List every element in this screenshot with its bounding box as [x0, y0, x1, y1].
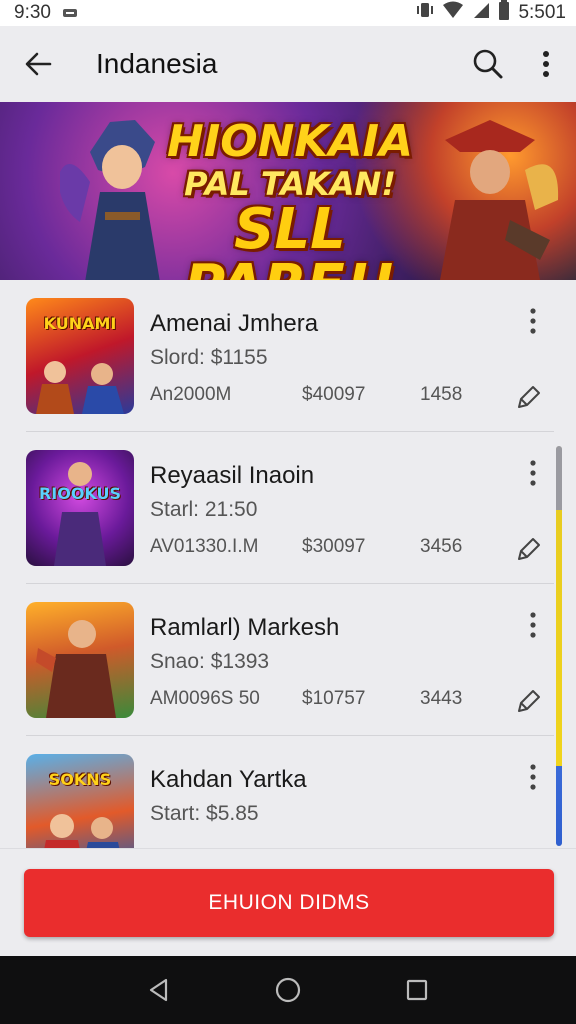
- item-start-price: Starl: 21:50: [150, 498, 258, 521]
- item-start-price: Snao: $1393: [150, 650, 270, 673]
- search-button[interactable]: [466, 42, 510, 86]
- item-more-button[interactable]: [520, 456, 546, 490]
- primary-action-button[interactable]: EHUION DIDMS: [24, 869, 554, 937]
- list-item[interactable]: RIOOKUS Reyaasil Inaoin Starl: 21:50 AV0…: [0, 434, 576, 584]
- item-name: Reyaasil Inaoin: [150, 462, 315, 489]
- more-vertical-icon: [530, 612, 536, 638]
- triangle-back-icon: [149, 978, 167, 1002]
- app-bar: Indanesia: [0, 26, 576, 102]
- list-item[interactable]: Ramlarl) Markesh Snao: $1393 AM0096S 50 …: [0, 586, 576, 736]
- signal-icon: [472, 1, 490, 25]
- banner-line-2: PAL TAKAN!: [184, 165, 396, 203]
- nav-home-button[interactable]: [268, 970, 308, 1010]
- nav-recents-button[interactable]: [397, 970, 437, 1010]
- item-thumbnail: [26, 602, 134, 718]
- item-name: Ramlarl) Markesh: [150, 614, 340, 641]
- circle-home-icon: [275, 977, 301, 1003]
- item-thumbnail-art: [54, 462, 106, 566]
- more-options-button[interactable]: [526, 42, 566, 86]
- item-stat-c: 3443: [420, 688, 463, 709]
- wifi-icon: [442, 1, 464, 25]
- item-thumbnail: SOKNS: [26, 754, 134, 848]
- banner-line-1: HIONKAIA: [167, 116, 413, 167]
- arrow-left-icon: [25, 52, 52, 76]
- items-list: KUNAMI Amenai Jmhera Slord: $1155 An2000…: [0, 282, 576, 848]
- edit-tag-icon: [518, 386, 540, 408]
- page-title: Indanesia: [96, 48, 218, 79]
- item-more-button[interactable]: [520, 304, 546, 338]
- item-name: Amenai Jmhera: [150, 310, 319, 337]
- item-start-price: Slord: $1155: [150, 346, 268, 369]
- item-thumbnail-title: KUNAMI: [43, 314, 117, 333]
- item-more-button[interactable]: [520, 608, 546, 642]
- scrollbar-thumb[interactable]: [556, 446, 562, 846]
- item-action-button[interactable]: [512, 532, 546, 566]
- item-thumbnail-art: [36, 361, 124, 414]
- item-action-button[interactable]: [512, 684, 546, 718]
- more-vertical-icon: [530, 308, 536, 334]
- back-button[interactable]: [16, 42, 60, 86]
- more-vertical-icon: [530, 764, 536, 790]
- square-recents-icon: [407, 979, 428, 1001]
- status-time-left: 9:30: [14, 2, 51, 23]
- status-time-right: 5:501: [518, 2, 566, 23]
- item-stat-c: 3456: [420, 536, 463, 557]
- search-icon: [473, 49, 503, 79]
- more-vertical-icon: [543, 51, 549, 77]
- status-left: 9:30: [14, 2, 77, 24]
- more-vertical-icon: [530, 460, 536, 486]
- status-bar: 9:30 5:501: [0, 0, 576, 26]
- row-divider: [26, 431, 554, 432]
- item-start-price: Start: $5.85: [150, 802, 259, 825]
- row-divider: [26, 735, 554, 736]
- battery-icon: [498, 0, 510, 26]
- status-right: 5:501: [416, 0, 566, 26]
- item-stat-a: An2000M: [150, 384, 232, 405]
- item-name: Kahdan Yartka: [150, 766, 307, 793]
- banner-line-3: SLL PARE!!: [184, 197, 396, 281]
- banner-headline: HIONKAIA PAL TAKAN! SLL PARE!!: [150, 116, 430, 281]
- item-stat-a: AV01330.I.M: [150, 536, 259, 557]
- notification-icon: [62, 2, 77, 24]
- item-thumbnail: RIOOKUS: [26, 450, 134, 566]
- edit-tag-icon: [518, 538, 540, 560]
- item-stat-a: AM0096S 50: [150, 688, 260, 709]
- edit-tag-icon: [518, 690, 540, 712]
- banner-hero-right-image: [440, 120, 559, 280]
- item-action-button[interactable]: [512, 380, 546, 414]
- vibrate-icon: [416, 1, 434, 25]
- item-thumbnail-art: [36, 620, 116, 718]
- item-thumbnail-art: [44, 814, 120, 848]
- system-navigation-bar: [0, 956, 576, 1024]
- list-item[interactable]: KUNAMI Amenai Jmhera Slord: $1155 An2000…: [0, 282, 576, 432]
- nav-back-button[interactable]: [139, 970, 179, 1010]
- promo-banner[interactable]: HIONKAIA PAL TAKAN! SLL PARE!!: [0, 102, 576, 280]
- item-stat-b: $10757: [302, 688, 366, 709]
- item-thumbnail: KUNAMI: [26, 298, 134, 414]
- item-stat-b: $40097: [302, 384, 366, 405]
- item-stat-c: 1458: [420, 384, 463, 405]
- row-divider: [26, 583, 554, 584]
- bottom-action-area: EHUION DIDMS: [0, 848, 576, 956]
- list-item[interactable]: SOKNS Kahdan Yartka Start: $5.85: [0, 738, 576, 848]
- item-more-button[interactable]: [520, 760, 546, 794]
- item-stat-b: $30097: [302, 536, 366, 557]
- item-thumbnail-title: SOKNS: [48, 770, 112, 789]
